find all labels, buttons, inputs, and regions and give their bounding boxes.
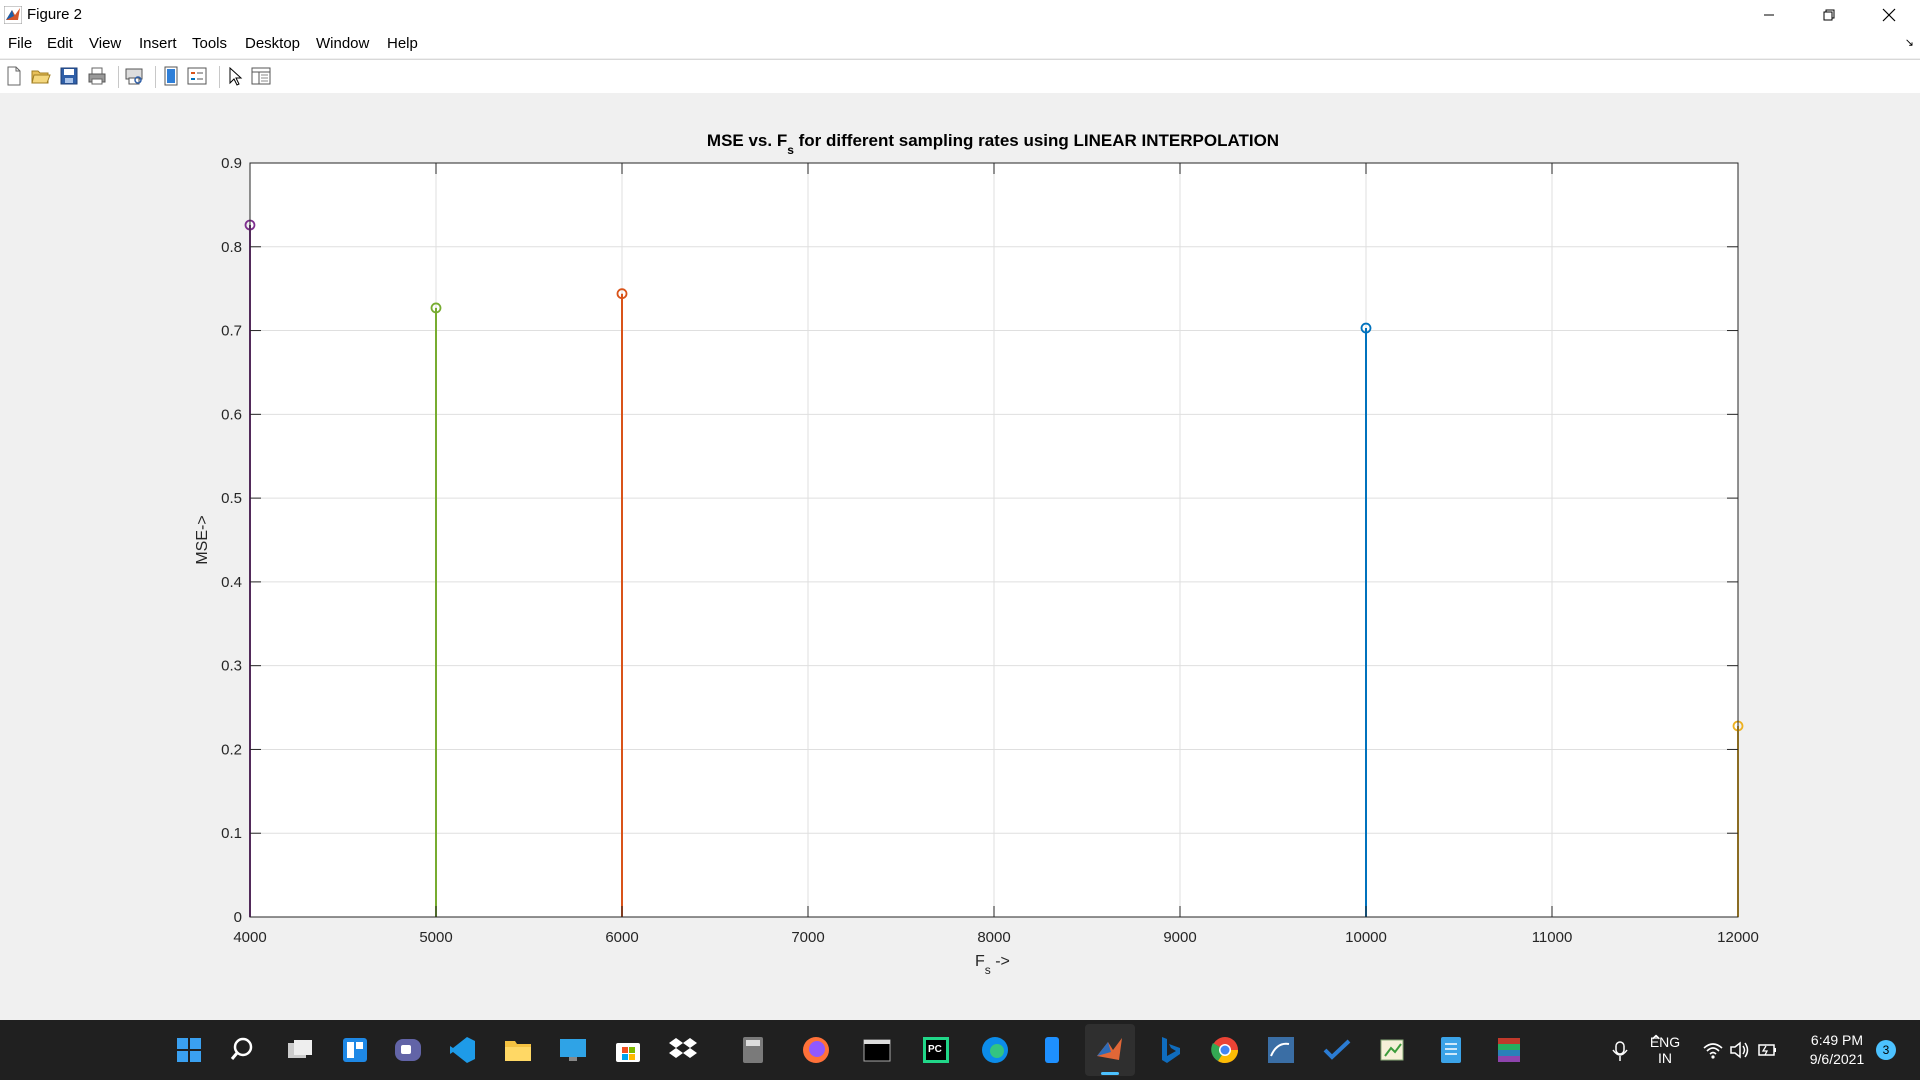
save-icon[interactable] <box>58 65 80 87</box>
figure-toolbar <box>0 59 1920 94</box>
chart-title-rest: for different sampling rates using LINEA… <box>794 131 1279 150</box>
teams-chat-icon[interactable] <box>392 1034 424 1066</box>
pycharm-icon[interactable]: PC <box>920 1034 952 1066</box>
y-tick-label: 0.4 <box>221 574 242 591</box>
x-tick-label: 4000 <box>233 929 266 946</box>
matlab-figure-icon <box>4 6 22 24</box>
x-axis-label-main: F <box>975 953 985 970</box>
search-icon[interactable] <box>229 1034 261 1066</box>
minimize-icon <box>1764 14 1774 16</box>
bing-icon[interactable] <box>1154 1034 1186 1066</box>
select-pointer-icon[interactable] <box>224 65 246 87</box>
x-axis-label: Fs -> <box>975 953 1010 977</box>
menu-help[interactable]: Help <box>387 35 418 52</box>
matlab-icon[interactable] <box>1094 1034 1126 1066</box>
x-tick-label: 9000 <box>1163 929 1196 946</box>
phone-icon[interactable] <box>1036 1034 1068 1066</box>
menu-window[interactable]: Window <box>316 35 369 52</box>
y-tick-label: 0.8 <box>221 239 242 256</box>
svg-text:PC: PC <box>928 1044 942 1055</box>
microphone-icon[interactable] <box>1610 1040 1630 1062</box>
notification-badge[interactable]: 3 <box>1876 1040 1896 1060</box>
minimize-button[interactable] <box>1740 0 1798 30</box>
task-view-icon[interactable] <box>284 1034 316 1066</box>
battery-icon[interactable] <box>1757 1040 1779 1060</box>
terminal-icon[interactable] <box>861 1034 893 1066</box>
todo-icon[interactable] <box>1321 1034 1353 1066</box>
x-axis-label-rest: -> <box>991 953 1010 970</box>
menu-bar: File Edit View Insert Tools Desktop Wind… <box>0 30 1920 58</box>
mysql-workbench-icon[interactable] <box>1265 1034 1297 1066</box>
y-tick-label: 0 <box>234 909 242 926</box>
calculator-icon[interactable] <box>737 1034 769 1066</box>
figure-canvas: 4000 5000 6000 7000 8000 9000 10000 11000 12000 0… <box>0 93 1920 1020</box>
widgets-icon[interactable] <box>339 1034 371 1066</box>
window-title: Figure 2 <box>27 6 83 23</box>
vscode-icon[interactable] <box>447 1034 479 1066</box>
microsoft-store-icon[interactable] <box>612 1034 644 1066</box>
toolbar-separator <box>219 66 220 88</box>
remote-desktop-icon[interactable] <box>557 1034 589 1066</box>
menu-desktop[interactable]: Desktop <box>245 35 300 52</box>
windows-start-icon[interactable] <box>173 1034 205 1066</box>
firefox-icon[interactable] <box>800 1034 832 1066</box>
clock-time: 6:49 PM <box>1810 1032 1864 1048</box>
x-tick-label: 7000 <box>791 929 824 946</box>
y-axis-label: MSE-> <box>194 515 211 564</box>
chrome-icon[interactable] <box>1209 1034 1241 1066</box>
mse-stem-chart[interactable]: 4000 5000 6000 7000 8000 9000 10000 11000 12000 0… <box>0 93 1920 1020</box>
wifi-icon[interactable] <box>1702 1040 1724 1060</box>
menu-file[interactable]: File <box>8 35 32 52</box>
close-icon <box>1882 8 1896 22</box>
windows-taskbar: ⌃ ENG IN 6:49 PM 9/6/2021 3 PC <box>0 1020 1920 1080</box>
restore-button[interactable] <box>1800 0 1858 30</box>
notepad-icon[interactable] <box>1435 1034 1467 1066</box>
menu-view[interactable]: View <box>89 35 121 52</box>
y-tick-label: 0.6 <box>221 406 242 423</box>
y-tick-label: 0.2 <box>221 741 242 758</box>
x-tick-label: 6000 <box>605 929 638 946</box>
x-tick-label: 12000 <box>1717 929 1759 946</box>
restore-icon <box>1823 9 1835 21</box>
y-tick-label: 0.7 <box>221 323 242 340</box>
chart-title: MSE vs. Fs for different sampling rates … <box>707 131 1279 157</box>
x-tick-label: 8000 <box>977 929 1010 946</box>
y-tick-label: 0.5 <box>221 490 242 507</box>
toolbar-separator <box>118 66 119 88</box>
y-tick-label: 0.1 <box>221 825 242 842</box>
close-button[interactable] <box>1860 0 1918 30</box>
menu-insert[interactable]: Insert <box>139 35 177 52</box>
edge-icon[interactable] <box>979 1034 1011 1066</box>
new-figure-icon[interactable] <box>3 65 25 87</box>
y-tick-label: 0.9 <box>221 155 242 172</box>
print-icon[interactable] <box>86 65 108 87</box>
toolbar-separator <box>155 66 156 88</box>
y-tick-label: 0.3 <box>221 658 242 675</box>
volume-icon[interactable] <box>1729 1040 1751 1060</box>
title-bar: Figure 2 <box>0 0 1920 30</box>
language-indicator[interactable]: ENG IN <box>1645 1034 1685 1066</box>
dropbox-icon[interactable] <box>667 1034 699 1066</box>
property-inspector-icon[interactable] <box>250 65 272 87</box>
print-preview-icon[interactable] <box>123 65 145 87</box>
menu-edit[interactable]: Edit <box>47 35 73 52</box>
menu-tools[interactable]: Tools <box>192 35 227 52</box>
paint-icon[interactable] <box>1377 1034 1409 1066</box>
x-tick-label: 5000 <box>419 929 452 946</box>
open-file-icon[interactable] <box>30 65 52 87</box>
x-tick-label: 10000 <box>1345 929 1387 946</box>
language-code: ENG <box>1649 1034 1681 1050</box>
active-app-indicator <box>1101 1072 1119 1075</box>
winrar-icon[interactable] <box>1493 1034 1525 1066</box>
link-plot-icon[interactable] <box>160 65 182 87</box>
x-tick-label: 11000 <box>1532 929 1573 946</box>
dock-arrow-icon[interactable]: ↘ <box>1905 36 1914 49</box>
clock-date: 9/6/2021 <box>1809 1051 1865 1067</box>
region-code: IN <box>1658 1050 1672 1066</box>
chart-title-main: MSE vs. F <box>707 131 787 150</box>
insert-legend-icon[interactable] <box>186 65 208 87</box>
clock[interactable]: 6:49 PM 9/6/2021 <box>1792 1031 1882 1069</box>
file-explorer-icon[interactable] <box>502 1034 534 1066</box>
